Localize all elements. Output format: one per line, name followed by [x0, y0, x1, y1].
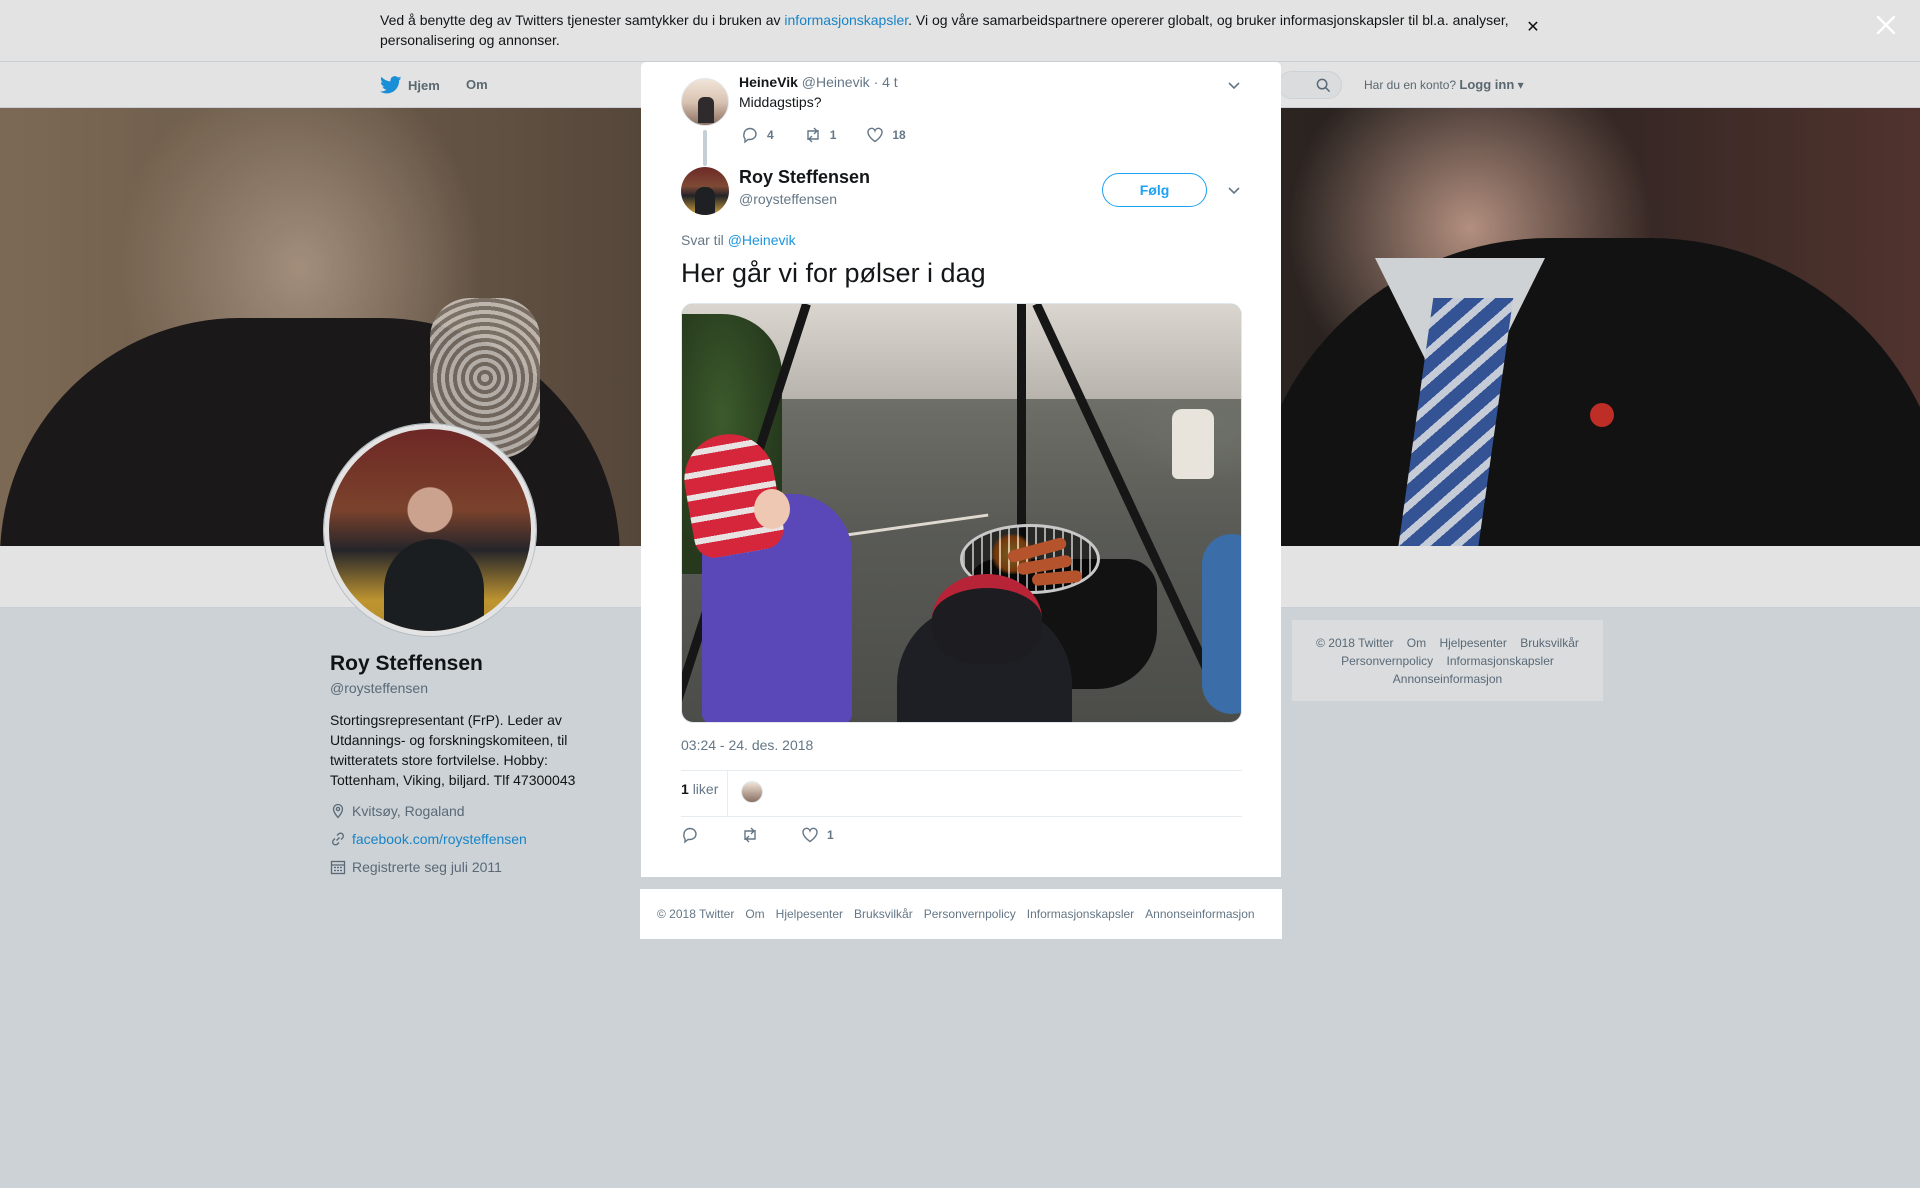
- reply-prefix: Svar til: [681, 232, 724, 248]
- parent-reply-button[interactable]: 4: [741, 126, 774, 144]
- heart-icon: [802, 827, 818, 843]
- footer-copyright: © 2018 Twitter: [657, 907, 735, 921]
- tweet-author-name[interactable]: Roy Steffensen: [739, 167, 870, 188]
- parent-retweet-count: 1: [829, 128, 837, 142]
- tweet-menu-button[interactable]: [1225, 181, 1243, 199]
- parent-tweet-name[interactable]: HeineVik: [739, 74, 798, 90]
- parent-tweet-actions: 4 1 18: [741, 126, 936, 144]
- reply-to-handle[interactable]: @Heinevik: [728, 232, 796, 248]
- heart-icon: [867, 127, 884, 143]
- tweet-modal: HeineVik @Heinevik · 4 t Middagstips? 4 …: [641, 62, 1281, 877]
- tweet-likes-label: liker: [692, 781, 719, 797]
- reply-button[interactable]: [681, 826, 699, 844]
- tweet-photo[interactable]: [681, 303, 1242, 723]
- retweet-icon: [744, 827, 756, 843]
- footer-link-ads[interactable]: Annonseinformasjon: [1145, 907, 1254, 921]
- liker-avatar[interactable]: [741, 781, 763, 803]
- close-icon: [1876, 15, 1896, 35]
- reply-icon: [683, 827, 697, 844]
- modal-close-button[interactable]: [1874, 13, 1898, 37]
- like-button[interactable]: 1: [801, 826, 834, 844]
- chevron-down-icon: [1228, 187, 1240, 195]
- footer-link-about[interactable]: Om: [745, 907, 764, 921]
- parent-tweet-avatar[interactable]: [681, 78, 729, 126]
- parent-tweet-menu-button[interactable]: [1225, 76, 1243, 94]
- divider: [681, 770, 1242, 771]
- chevron-down-icon: [1228, 82, 1240, 90]
- tweet-text: Her går vi for pølser i dag: [681, 258, 986, 288]
- parent-tweet-handle[interactable]: @Heinevik: [802, 74, 870, 90]
- reply-icon: [743, 127, 757, 144]
- like-count: 1: [827, 828, 834, 842]
- thread-connector: [703, 130, 707, 166]
- parent-tweet-time[interactable]: · 4 t: [874, 74, 898, 90]
- tweet-author-handle[interactable]: @roysteffensen: [739, 191, 837, 207]
- parent-tweet-text: Middagstips?: [739, 94, 822, 110]
- modal-footer: © 2018 Twitter Om Hjelpesenter Bruksvilk…: [640, 889, 1282, 939]
- parent-like-count: 18: [892, 128, 906, 142]
- tweet-likes-count: 1: [681, 781, 689, 797]
- footer-link-privacy[interactable]: Personvernpolicy: [924, 907, 1016, 921]
- tweet-likes-summary[interactable]: 1 liker: [681, 781, 718, 797]
- tweet-actions: 1: [681, 826, 876, 844]
- follow-button[interactable]: Følg: [1102, 173, 1207, 207]
- parent-retweet-button[interactable]: 1: [804, 126, 837, 144]
- divider: [681, 816, 1242, 817]
- parent-reply-count: 4: [767, 128, 774, 142]
- parent-like-button[interactable]: 18: [866, 126, 906, 144]
- retweet-button[interactable]: [741, 826, 759, 844]
- reply-context: Svar til @Heinevik: [681, 232, 796, 248]
- footer-link-cookies[interactable]: Informasjonskapsler: [1027, 907, 1134, 921]
- retweet-icon: [806, 127, 819, 143]
- footer-link-help[interactable]: Hjelpesenter: [776, 907, 843, 921]
- footer-link-terms[interactable]: Bruksvilkår: [854, 907, 913, 921]
- parent-tweet-header: HeineVik @Heinevik · 4 t: [739, 74, 898, 90]
- tweet-timestamp[interactable]: 03:24 - 24. des. 2018: [681, 737, 813, 753]
- divider: [727, 770, 728, 816]
- tweet-author-avatar[interactable]: [681, 167, 729, 215]
